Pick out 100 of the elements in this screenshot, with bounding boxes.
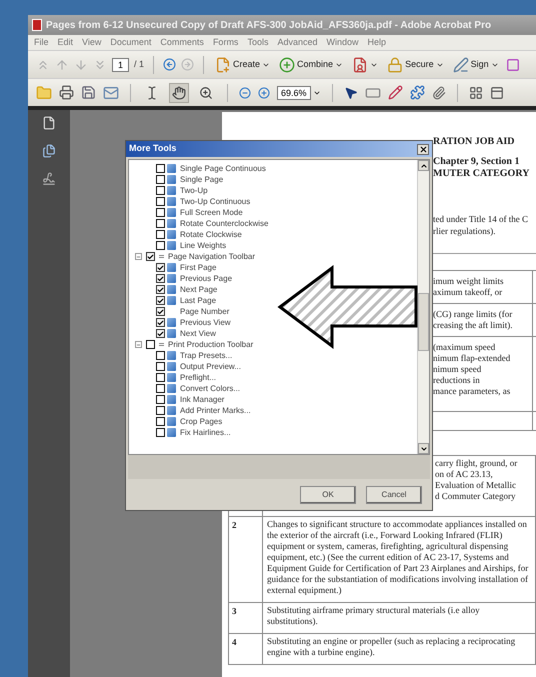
tree-group-row[interactable]: Print Production Toolbar bbox=[135, 339, 254, 350]
pointer-icon[interactable] bbox=[344, 86, 358, 100]
pages-icon[interactable] bbox=[42, 144, 56, 158]
checkbox[interactable] bbox=[156, 318, 165, 327]
document-heading: Chapter 9, Section 1 bbox=[433, 156, 520, 168]
tool-list-item[interactable]: First Page bbox=[135, 262, 216, 273]
signature-icon[interactable] bbox=[42, 172, 56, 186]
checkbox[interactable] bbox=[156, 296, 165, 305]
menu-item[interactable]: Forms bbox=[212, 36, 238, 50]
tool-list-item[interactable]: Next View bbox=[135, 328, 216, 339]
back-view-icon[interactable] bbox=[163, 58, 176, 71]
checkbox[interactable] bbox=[156, 307, 165, 316]
tool-list-item[interactable]: Output Preview... bbox=[135, 361, 241, 372]
task-button[interactable]: Sign bbox=[450, 56, 501, 72]
table-cell-text: creasing the aft limit). bbox=[433, 320, 514, 331]
tool-list-item[interactable]: Fix Hairlines... bbox=[135, 427, 231, 438]
tree-group-row[interactable]: Page Navigation Toolbar bbox=[135, 251, 256, 262]
envelope-icon[interactable] bbox=[103, 84, 119, 100]
checkbox[interactable] bbox=[156, 186, 165, 195]
tool-list-item[interactable]: Line Weights bbox=[135, 240, 226, 251]
tool-list-item[interactable]: Preflight... bbox=[135, 372, 216, 383]
menu-item[interactable]: File bbox=[34, 36, 49, 50]
menu-item[interactable]: Comments bbox=[160, 36, 204, 50]
tool-list-item[interactable]: Convert Colors... bbox=[135, 383, 240, 394]
tool-list-item[interactable]: Last Page bbox=[135, 295, 216, 306]
checkbox[interactable] bbox=[146, 340, 155, 349]
dialog-button[interactable]: OK bbox=[300, 486, 356, 504]
checkbox[interactable] bbox=[156, 329, 165, 338]
table-cell-text: mance parameters, as bbox=[433, 386, 512, 397]
zoom-field[interactable]: 69.6% bbox=[277, 86, 311, 100]
document-person-icon bbox=[352, 56, 368, 72]
checkbox[interactable] bbox=[156, 406, 165, 415]
checkbox[interactable] bbox=[156, 241, 165, 250]
menu-item[interactable]: Advanced bbox=[277, 36, 318, 50]
puzzle-icon[interactable] bbox=[410, 85, 425, 100]
checkbox[interactable] bbox=[156, 428, 165, 437]
tool-list-item[interactable]: Single Page bbox=[135, 174, 224, 185]
checkbox[interactable] bbox=[156, 384, 165, 393]
paperclip-icon[interactable] bbox=[432, 86, 446, 100]
task-button[interactable]: Secure bbox=[385, 56, 446, 72]
tool-list-item[interactable]: Full Screen Mode bbox=[135, 207, 243, 218]
scroll-up-icon[interactable] bbox=[418, 160, 429, 171]
checkbox[interactable] bbox=[156, 417, 165, 426]
lock-icon bbox=[387, 56, 404, 72]
collapse-icon[interactable] bbox=[135, 253, 142, 260]
square-icon[interactable] bbox=[506, 58, 520, 72]
close-button[interactable] bbox=[417, 144, 429, 154]
task-button[interactable]: Create bbox=[213, 56, 272, 72]
menu-item[interactable]: Window bbox=[326, 36, 358, 50]
tool-list-item[interactable]: Crop Pages bbox=[135, 416, 222, 427]
zoom-in-icon[interactable] bbox=[258, 86, 270, 98]
checkbox[interactable] bbox=[156, 395, 165, 404]
zoom-out-icon[interactable] bbox=[239, 86, 251, 98]
tool-list-item[interactable]: Trap Presets... bbox=[135, 350, 232, 361]
scroll-down-icon[interactable] bbox=[418, 443, 429, 454]
tool-list-item[interactable]: Two-Up Continuous bbox=[135, 196, 250, 207]
page-icon[interactable] bbox=[42, 116, 56, 130]
tool-list-item[interactable]: Previous View bbox=[135, 317, 231, 328]
tool-list-item[interactable]: Previous Page bbox=[135, 273, 232, 284]
document-heading: MUTER CATEGORY bbox=[433, 168, 530, 180]
tool-list-item[interactable]: Single Page Continuous bbox=[135, 163, 266, 174]
tool-list-item[interactable]: Ink Manager bbox=[135, 394, 224, 405]
checkbox[interactable] bbox=[156, 263, 165, 272]
checkbox[interactable] bbox=[156, 274, 165, 283]
tool-list-item[interactable]: Next Page bbox=[135, 284, 218, 295]
menu-item[interactable]: Edit bbox=[58, 36, 74, 50]
page-number-field[interactable]: 1 bbox=[112, 58, 130, 72]
checkbox[interactable] bbox=[156, 219, 165, 228]
panel-icon[interactable] bbox=[490, 86, 504, 100]
tool-list-item[interactable]: Add Printer Marks... bbox=[135, 405, 251, 416]
scrollbar-thumb[interactable] bbox=[418, 293, 429, 351]
menu-item[interactable]: Tools bbox=[247, 36, 268, 50]
menu-item[interactable]: View bbox=[82, 36, 102, 50]
grid-icon[interactable] bbox=[468, 86, 483, 100]
menu-item[interactable]: Document bbox=[110, 36, 152, 50]
table-cell-text: Substituting airframe primary structural materials (i.e alloy substitutions). bbox=[267, 605, 481, 627]
save-icon[interactable] bbox=[81, 85, 96, 100]
ink-icon[interactable] bbox=[388, 85, 403, 100]
task-button[interactable]: Combine bbox=[277, 56, 346, 72]
printer-icon[interactable] bbox=[59, 85, 74, 100]
menu-item[interactable]: Help bbox=[368, 36, 386, 50]
tool-list-item[interactable]: Rotate Clockwise bbox=[135, 229, 242, 240]
checkbox[interactable] bbox=[156, 164, 165, 173]
tool-list-item[interactable]: Two-Up bbox=[135, 185, 208, 196]
checkbox[interactable] bbox=[156, 373, 165, 382]
checkbox[interactable] bbox=[156, 351, 165, 360]
checkbox[interactable] bbox=[156, 230, 165, 239]
tool-list-item[interactable]: Rotate Counterclockwise bbox=[135, 218, 268, 229]
collapse-icon[interactable] bbox=[135, 341, 142, 348]
tool-list-item[interactable]: Page Number bbox=[135, 306, 230, 317]
checkbox[interactable] bbox=[156, 285, 165, 294]
hand-icon[interactable] bbox=[169, 82, 189, 102]
checkbox[interactable] bbox=[156, 362, 165, 371]
scrollbar[interactable] bbox=[417, 160, 429, 454]
dialog-button[interactable]: Cancel bbox=[366, 486, 422, 504]
checkbox[interactable] bbox=[156, 175, 165, 184]
checkbox[interactable] bbox=[146, 252, 155, 261]
row-number: 4 bbox=[232, 637, 236, 647]
checkbox[interactable] bbox=[156, 197, 165, 206]
checkbox[interactable] bbox=[156, 208, 165, 217]
